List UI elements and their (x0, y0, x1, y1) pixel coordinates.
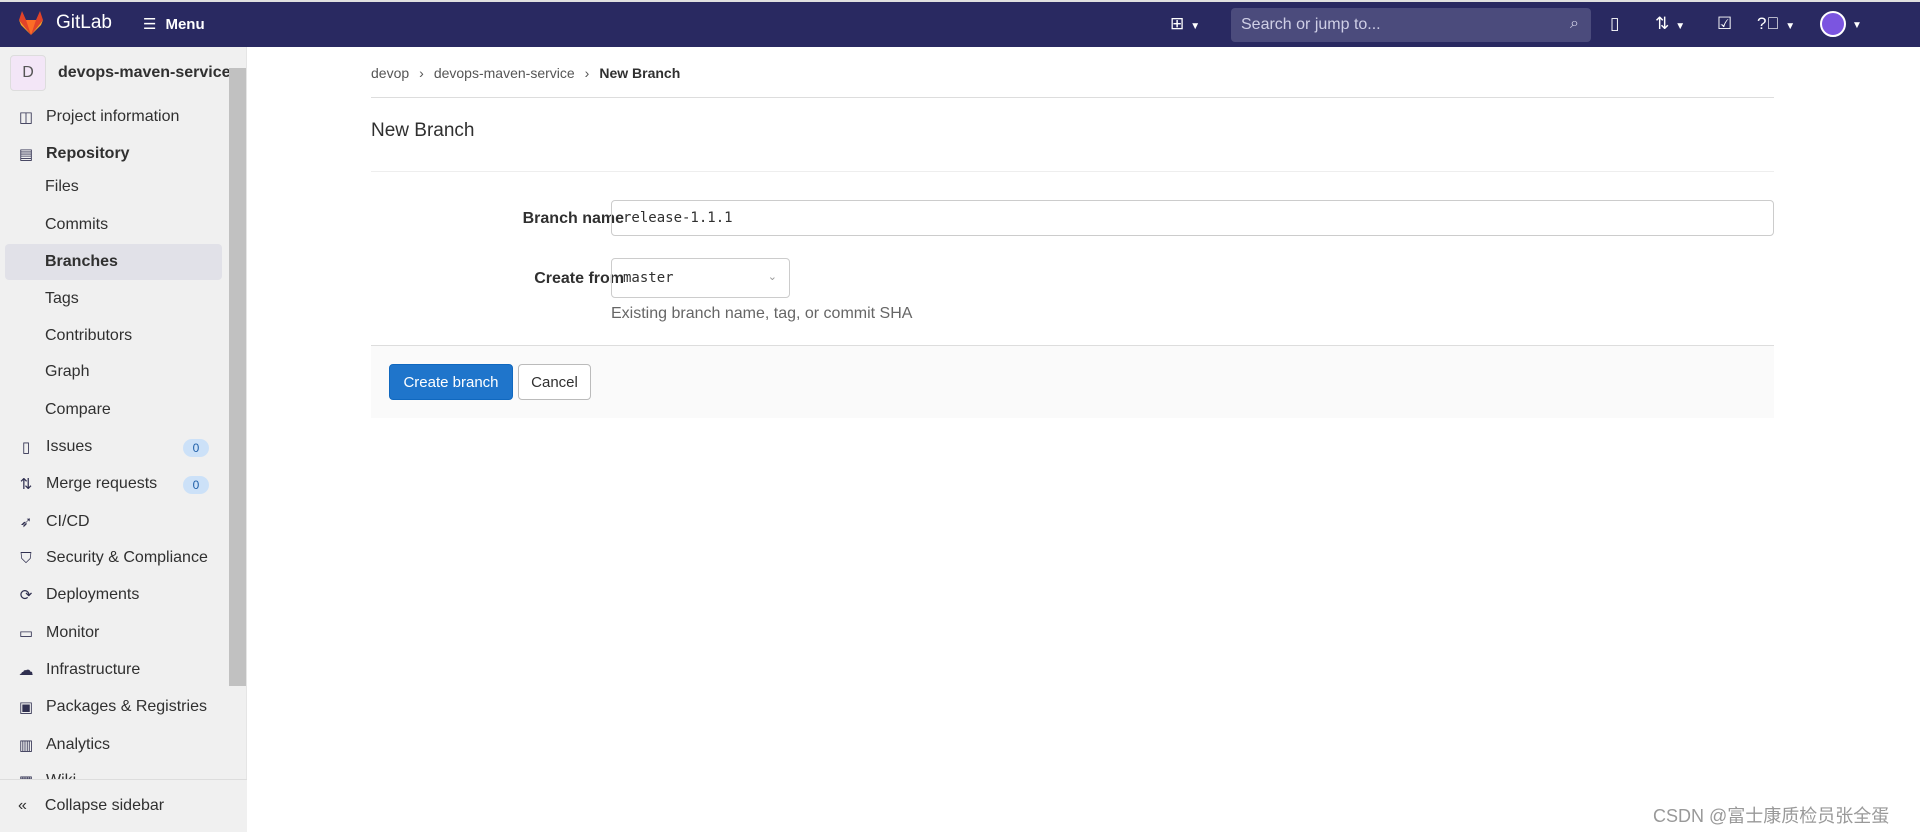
sidebar-scrollbar[interactable] (229, 47, 246, 777)
divider (371, 171, 1774, 172)
user-menu[interactable]: ▼ (1820, 11, 1862, 37)
double-chevron-left-icon: « (18, 797, 27, 814)
branch-name-input[interactable]: release-1.1.1 (611, 200, 1774, 236)
chart-icon: ▥ (18, 737, 34, 754)
issues-icon: ▯ (21, 439, 31, 456)
label: Infrastructure (46, 661, 141, 678)
shield-icon: ⛉ (20, 549, 32, 567)
help-dropdown[interactable]: ?⃝ ▼ (1757, 14, 1795, 34)
rocket-icon: ➶ (19, 514, 33, 531)
create-branch-button[interactable]: Create branch (389, 364, 513, 400)
sidebar-item-monitor[interactable]: ▭ Monitor (18, 624, 99, 642)
label: Merge requests (46, 475, 158, 492)
menu-button[interactable]: ☰ Menu (143, 15, 205, 34)
sidebar-item-deployments[interactable]: ⟳ Deployments (18, 586, 140, 604)
collapse-label: Collapse sidebar (44, 797, 165, 814)
top-navbar: GitLab ☰ Menu ⊞ ▼ Search or jump to... ⌕ ▯ … (0, 0, 1920, 47)
label: Deployments (46, 586, 140, 603)
chevron-down-icon: ▼ (1675, 21, 1686, 32)
branch-name-label: Branch name (522, 210, 624, 227)
breadcrumb-devop[interactable]: devop (371, 65, 409, 81)
breadcrumb-project[interactable]: devops-maven-service (434, 65, 575, 81)
sidebar-sub-tags[interactable]: Tags (45, 290, 79, 308)
page-title: New Branch (371, 120, 475, 141)
watermark: CSDN @富士康质检员张全蛋 (1653, 806, 1890, 826)
todo-icon[interactable]: ☑ (1717, 14, 1732, 34)
tanuki-icon (19, 11, 43, 35)
cancel-button[interactable]: Cancel (518, 364, 591, 400)
label: Analytics (46, 736, 111, 753)
label: Monitor (46, 624, 100, 641)
collapse-sidebar-button[interactable]: « Collapse sidebar (0, 779, 247, 832)
sidebar-sub-contributors[interactable]: Contributors (45, 327, 132, 345)
deployments-icon: ⟳ (19, 587, 33, 604)
search-placeholder: Search or jump to... (1241, 16, 1381, 33)
label: Security & Compliance (46, 549, 208, 566)
sidebar-sub-graph[interactable]: Graph (45, 363, 89, 381)
sidebar-sub-compare[interactable]: Compare (45, 401, 111, 419)
label: Repository (46, 145, 130, 162)
help-icon: ?⃝ (1757, 14, 1780, 33)
chevron-down-icon: ▼ (1852, 20, 1862, 32)
hamburger-icon: ☰ (143, 16, 157, 33)
package-icon: ▣ (18, 699, 34, 716)
sidebar-item-cicd[interactable]: ➶ CI/CD (18, 513, 90, 531)
sidebar-item-project-information[interactable]: ◫ Project information (18, 108, 179, 126)
label: Packages & Registries (46, 698, 207, 715)
create-from-select[interactable]: master ⌄ (611, 258, 790, 298)
sidebar-sub-commits[interactable]: Commits (45, 216, 108, 234)
sidebar-item-issues[interactable]: ▯ Issues (18, 438, 92, 456)
create-from-help: Existing branch name, tag, or commit SHA (611, 305, 913, 322)
sidebar-item-security[interactable]: ⛉ Security & Compliance (18, 549, 208, 567)
chevron-right-icon: › (584, 65, 590, 81)
sidebar-item-infrastructure[interactable]: ☁ Infrastructure (18, 661, 141, 679)
issues-count-badge: 0 (183, 439, 209, 457)
merge-request-icon: ⇅ (1655, 14, 1670, 33)
merge-requests-dropdown[interactable]: ⇅ ▼ (1655, 14, 1685, 34)
divider (371, 97, 1774, 98)
mr-count-badge: 0 (183, 476, 209, 494)
project-avatar: D (10, 55, 46, 91)
project-link[interactable]: Ddevops-maven-service (10, 55, 231, 91)
search-icon: ⌕ (1570, 15, 1579, 32)
sidebar-sub-branches[interactable]: Branches (45, 253, 118, 271)
chevron-down-icon: ▼ (1785, 21, 1796, 32)
project-icon: ◫ (18, 109, 34, 126)
new-dropdown[interactable]: ⊞ ▼ (1170, 14, 1200, 34)
label: Project information (46, 108, 180, 125)
selected-ref: master (623, 270, 674, 286)
brand-name: GitLab (56, 12, 112, 33)
form-actions: Create branch Cancel (371, 345, 1774, 418)
scrollbar-thumb[interactable] (229, 68, 246, 686)
search-input[interactable]: Search or jump to... ⌕ (1231, 8, 1591, 42)
label: CI/CD (46, 513, 90, 530)
project-name: devops-maven-service (58, 64, 231, 81)
chevron-down-icon: ▼ (1190, 21, 1201, 32)
chevron-down-icon: ⌄ (767, 270, 777, 283)
sidebar: Ddevops-maven-service ◫ Project informati… (0, 47, 247, 832)
sidebar-sub-files[interactable]: Files (45, 178, 79, 196)
gitlab-logo[interactable]: GitLab (18, 11, 112, 35)
avatar (1820, 11, 1846, 37)
sidebar-item-packages[interactable]: ▣ Packages & Registries (18, 698, 207, 716)
sidebar-item-merge-requests[interactable]: ⇅ Merge requests (18, 475, 157, 493)
issues-icon[interactable]: ▯ (1610, 14, 1619, 34)
breadcrumb-current[interactable]: New Branch (599, 65, 680, 81)
cloud-icon: ☁ (18, 662, 34, 679)
menu-label: Menu (165, 15, 205, 33)
label: Issues (46, 438, 93, 455)
sidebar-item-analytics[interactable]: ▥ Analytics (18, 736, 110, 754)
create-from-label: Create from (534, 270, 624, 287)
sidebar-item-repository[interactable]: ▤ Repository (18, 145, 130, 163)
monitor-icon: ▭ (18, 625, 34, 642)
document-icon: ▤ (18, 146, 34, 163)
merge-request-icon: ⇅ (19, 476, 33, 493)
chevron-right-icon: › (419, 65, 424, 81)
breadcrumb: devop › devops-maven-service › New Branch (371, 65, 680, 81)
plus-square-icon: ⊞ (1170, 14, 1185, 33)
